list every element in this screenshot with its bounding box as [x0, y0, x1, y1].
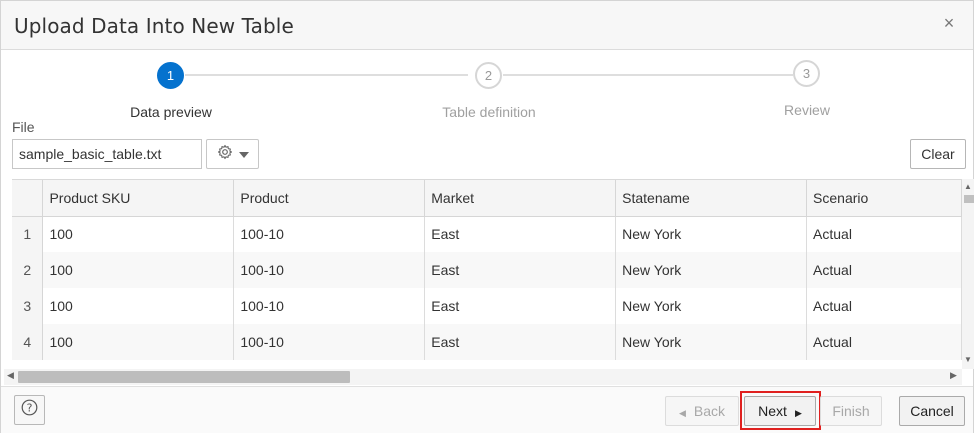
table-cell: 100 [42, 324, 235, 360]
column-header[interactable]: Scenario [806, 180, 962, 217]
column-header[interactable]: Market [424, 180, 617, 217]
table-cell: New York [615, 288, 808, 324]
step-2-indicator[interactable]: 2 [475, 62, 502, 89]
file-name-field[interactable]: sample_basic_table.txt [12, 139, 202, 169]
table-cell: 100 [42, 252, 235, 288]
back-button[interactable]: ◀ Back [665, 396, 739, 426]
caret-down-icon [238, 145, 249, 163]
table-cell: New York [615, 252, 808, 288]
table-cell: 100-10 [233, 324, 426, 360]
table-cell: East [424, 252, 617, 288]
table-cell: East [424, 216, 617, 252]
next-button[interactable]: Next ▶ [744, 396, 816, 426]
step-2-label: Table definition [442, 104, 536, 120]
chevron-left-icon: ◀ [678, 408, 686, 418]
step-3-label: Review [784, 102, 830, 118]
table-row[interactable]: 4 100 100-10 East New York Actual [12, 324, 962, 360]
row-number: 2 [12, 252, 44, 288]
table-cell: 100 [42, 216, 235, 252]
row-number: 4 [12, 324, 44, 360]
settings-menu-button[interactable] [206, 139, 259, 169]
step-1-indicator[interactable]: 1 [157, 62, 184, 89]
step-3-indicator[interactable]: 3 [793, 60, 820, 87]
chevron-right-icon: ▶ [794, 408, 802, 418]
table-row[interactable]: 3 100 100-10 East New York Actual [12, 288, 962, 324]
dialog-header: Upload Data Into New Table × [1, 1, 973, 50]
table-cell: 100-10 [233, 252, 426, 288]
row-number: 1 [12, 216, 44, 252]
table-cell: Actual [806, 216, 962, 252]
column-header[interactable]: Product SKU [42, 180, 235, 217]
upload-dialog: Upload Data Into New Table × 1 2 3 Data … [0, 0, 974, 433]
data-preview-table: Product SKU Product Market Statename Sce… [12, 180, 962, 360]
table-header-row: Product SKU Product Market Statename Sce… [12, 180, 962, 217]
table-row[interactable]: 1 100 100-10 East New York Actual [12, 216, 962, 252]
help-icon: ? [21, 399, 38, 421]
table-cell: 100 [42, 288, 235, 324]
scroll-right-icon[interactable]: ▶ [950, 370, 957, 381]
step-connector-1 [185, 74, 468, 76]
table-cell: Actual [806, 288, 962, 324]
step-connector-2 [503, 74, 793, 76]
table-cell: New York [615, 216, 808, 252]
scroll-down-icon[interactable]: ▼ [962, 355, 974, 364]
horizontal-scroll-thumb[interactable] [18, 371, 350, 383]
file-label: File [12, 119, 35, 135]
table-cell: New York [615, 324, 808, 360]
horizontal-scrollbar[interactable]: ◀ ▶ [4, 369, 962, 385]
next-label: Next [758, 403, 787, 419]
scroll-left-icon[interactable]: ◀ [7, 370, 14, 381]
data-preview-grid: Product SKU Product Market Statename Sce… [12, 179, 962, 361]
svg-text:?: ? [27, 402, 33, 415]
cancel-button[interactable]: Cancel [899, 396, 965, 426]
column-header[interactable]: Statename [615, 180, 808, 217]
row-number: 3 [12, 288, 44, 324]
back-label: Back [693, 403, 726, 419]
close-icon[interactable]: × [939, 13, 959, 33]
table-cell: East [424, 288, 617, 324]
table-cell: East [424, 324, 617, 360]
table-cell: 100-10 [233, 288, 426, 324]
clear-button[interactable]: Clear [910, 139, 966, 169]
column-header[interactable]: Product [233, 180, 426, 217]
row-number-header [12, 180, 44, 217]
vertical-scrollbar[interactable]: ▲ ▼ [962, 179, 974, 369]
table-cell: Actual [806, 324, 962, 360]
dialog-title: Upload Data Into New Table [14, 14, 294, 38]
finish-button[interactable]: Finish [820, 396, 882, 426]
step-1-label: Data preview [130, 104, 212, 120]
help-button[interactable]: ? [14, 395, 45, 425]
table-row[interactable]: 2 100 100-10 East New York Actual [12, 252, 962, 288]
scroll-up-icon[interactable]: ▲ [962, 182, 974, 191]
table-cell: 100-10 [233, 216, 426, 252]
gear-icon [217, 144, 233, 165]
table-cell: Actual [806, 252, 962, 288]
vertical-scroll-thumb[interactable] [964, 195, 974, 203]
